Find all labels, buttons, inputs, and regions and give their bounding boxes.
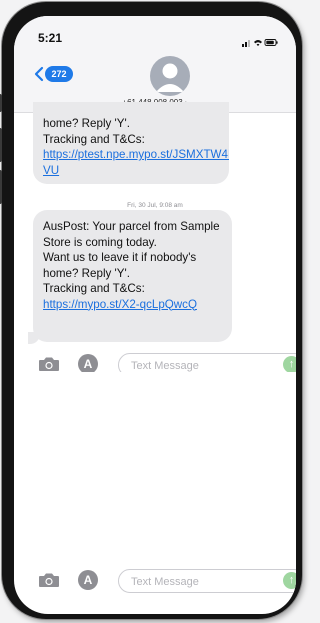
arrow-up-icon: ↑ bbox=[288, 574, 295, 586]
message-bubble-partial: home? Reply 'Y'. Tracking and T&Cs: http… bbox=[33, 102, 229, 184]
message-text-field[interactable]: ↑ bbox=[118, 569, 296, 593]
phone-screen: 5:21 272 +61 bbox=[14, 16, 296, 614]
composer-row-top: A ↑ bbox=[14, 350, 296, 372]
message-input[interactable] bbox=[129, 573, 273, 591]
message-text: home? Reply 'Y'. bbox=[43, 117, 130, 130]
send-button[interactable]: ↑ bbox=[283, 356, 296, 372]
message-bubble: AusPost: Your parcel from Sample Store i… bbox=[33, 210, 232, 342]
camera-button[interactable] bbox=[38, 356, 60, 372]
message-link[interactable]: https://mypo.st/X2-qcLpQwcQ bbox=[43, 298, 197, 311]
message-text: AusPost: Your parcel from Sample Store i… bbox=[43, 220, 220, 249]
message-link-label: Tracking and T&Cs: bbox=[43, 282, 145, 295]
send-button[interactable]: ↑ bbox=[283, 572, 296, 589]
message-text-field[interactable]: ↑ bbox=[118, 353, 296, 372]
camera-icon bbox=[39, 573, 59, 587]
message-link[interactable]: https://ptest.npe.mypo.st/JSMXTW4I-VU bbox=[43, 148, 229, 177]
volume-down-button bbox=[0, 170, 2, 204]
message-text: Want us to leave it if nobody's home? Re… bbox=[43, 251, 197, 280]
app-store-icon[interactable]: A bbox=[78, 354, 98, 372]
arrow-up-icon: ↑ bbox=[288, 358, 295, 370]
phone-frame: 5:21 272 +61 bbox=[0, 2, 302, 619]
contact-avatar[interactable] bbox=[150, 56, 190, 96]
mute-switch bbox=[0, 94, 2, 112]
app-store-icon[interactable]: A bbox=[78, 570, 98, 590]
composer-row: A ↑ bbox=[14, 566, 296, 596]
message-link-label: Tracking and T&Cs: bbox=[43, 132, 145, 146]
back-button[interactable] bbox=[34, 66, 44, 87]
message-input[interactable] bbox=[129, 357, 273, 372]
volume-up-button bbox=[0, 128, 2, 162]
camera-button[interactable] bbox=[38, 572, 60, 593]
chevron-left-icon bbox=[34, 66, 44, 82]
status-icons bbox=[242, 34, 278, 47]
person-icon bbox=[156, 63, 184, 92]
status-time: 5:21 bbox=[38, 31, 63, 45]
message-timestamp: Fri, 30 Jul, 9:08 am bbox=[127, 202, 183, 209]
camera-icon bbox=[39, 357, 59, 371]
unread-count-badge[interactable]: 272 bbox=[45, 66, 73, 82]
signal-wifi-battery-icon bbox=[242, 39, 278, 47]
bubble-tail bbox=[28, 332, 40, 344]
